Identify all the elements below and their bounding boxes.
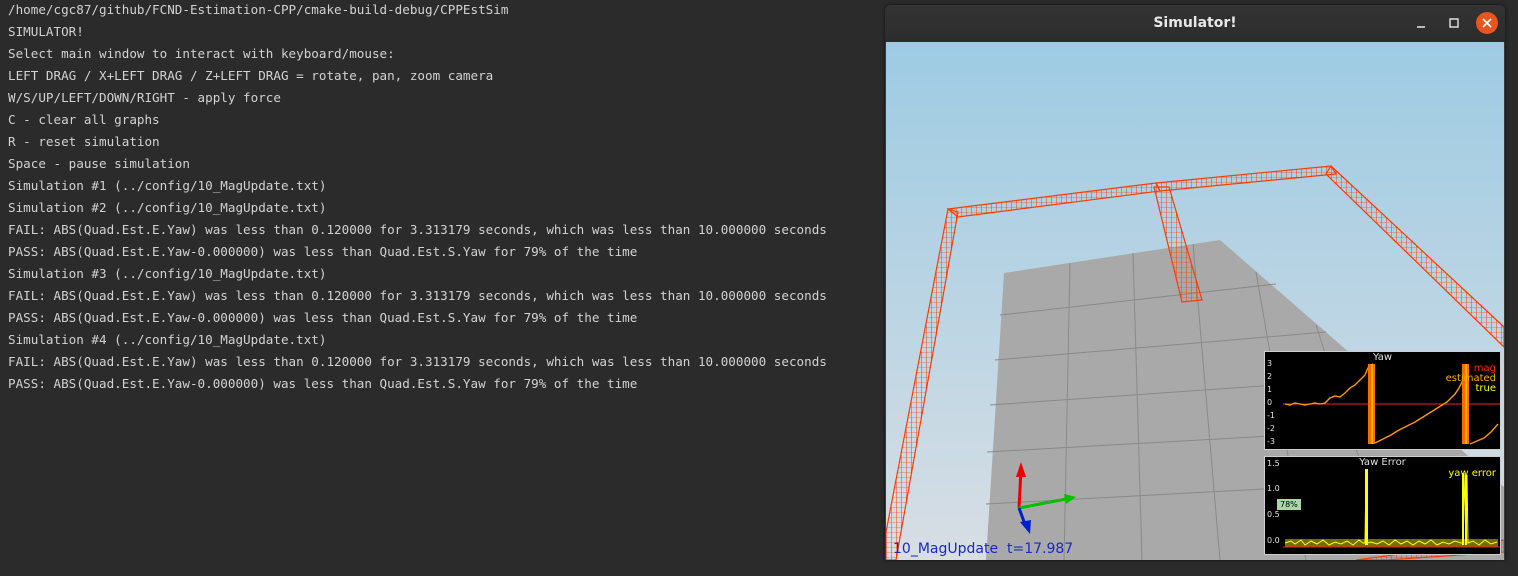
yaw-error-percent-badge: 78%	[1277, 499, 1301, 510]
window-titlebar[interactable]: Simulator!	[885, 5, 1505, 42]
yaw-error-tick: 1.5	[1267, 459, 1280, 468]
yaw-tick: 1	[1267, 385, 1273, 394]
maximize-icon	[1449, 18, 1459, 28]
terminal-line: PASS: ABS(Quad.Est.E.Yaw-0.000000) was l…	[8, 244, 638, 259]
terminal-line: /home/cgc87/github/FCND-Estimation-CPP/c…	[8, 2, 509, 17]
yaw-graph: Yaw 3 2 1 0 -1 -2 -3 mag estimated true	[1264, 351, 1501, 450]
minimize-icon	[1417, 26, 1425, 28]
yaw-error-tick: 0.5	[1267, 510, 1280, 519]
yaw-estimated-line-3	[1469, 423, 1499, 445]
yaw-tick: -1	[1267, 411, 1275, 420]
yaw-error-graph: Yaw Error 1.5 1.0 0.5 0.0 yaw error 78%	[1264, 456, 1501, 555]
yaw-error-spike-2	[1462, 473, 1464, 545]
terminal-line: SIMULATOR!	[8, 24, 84, 39]
sim-time: t=17.987	[1006, 541, 1074, 557]
yaw-tick: 2	[1267, 372, 1273, 381]
terminal-line: PASS: ABS(Quad.Est.E.Yaw-0.000000) was l…	[8, 310, 638, 325]
legend-yaw-error: yaw error	[1448, 468, 1496, 479]
yaw-tick: -2	[1267, 424, 1275, 433]
terminal-line: PASS: ABS(Quad.Est.E.Yaw-0.000000) was l…	[8, 376, 638, 391]
terminal-line: FAIL: ABS(Quad.Est.E.Yaw) was less than …	[8, 222, 827, 237]
legend-true: true	[1475, 383, 1496, 394]
yaw-error-spike-3	[1465, 475, 1467, 545]
yaw-error-tick: 1.0	[1267, 484, 1280, 493]
terminal-line: C - clear all graphs	[8, 112, 160, 127]
yaw-tick: -3	[1267, 437, 1275, 446]
terminal-line: Simulation #1 (../config/10_MagUpdate.tx…	[8, 178, 327, 193]
yaw-tick: 3	[1267, 359, 1273, 368]
simulation-viewport[interactable]: Yaw 3 2 1 0 -1 -2 -3 mag estimated true	[886, 42, 1504, 560]
terminal-line: Select main window to interact with keyb…	[8, 46, 395, 61]
yaw-tick: 0	[1267, 398, 1273, 407]
terminal-line: W/S/UP/LEFT/DOWN/RIGHT - apply force	[8, 90, 281, 105]
yaw-graph-title: Yaw	[1372, 352, 1393, 363]
yaw-mag-bar-1	[1371, 364, 1373, 444]
close-button[interactable]	[1476, 12, 1498, 34]
yaw-error-spike-1	[1365, 469, 1368, 545]
status-readout: 10_MagUpdate t=17.987	[893, 541, 1073, 557]
terminal-line: Simulation #4 (../config/10_MagUpdate.tx…	[8, 332, 327, 347]
terminal-line: FAIL: ABS(Quad.Est.E.Yaw) was less than …	[8, 288, 827, 303]
config-name: 10_MagUpdate	[893, 541, 999, 557]
terminal-line: Space - pause simulation	[8, 156, 190, 171]
maximize-button[interactable]	[1443, 12, 1465, 34]
terminal-line: LEFT DRAG / X+LEFT DRAG / Z+LEFT DRAG = …	[8, 68, 494, 83]
close-icon	[1482, 18, 1492, 28]
minimize-button[interactable]	[1410, 12, 1432, 34]
simulator-window[interactable]: Simulator! Yaw 3 2 1 0 -1 -2 -3 mag esti…	[885, 5, 1505, 560]
yaw-error-graph-title: Yaw Error	[1359, 457, 1406, 468]
yaw-error-tick: 0.0	[1267, 536, 1280, 545]
yaw-estimated-line	[1284, 363, 1374, 406]
yaw-legend: mag estimated true	[1446, 364, 1496, 394]
terminal-line: R - reset simulation	[8, 134, 160, 149]
terminal-line: Simulation #2 (../config/10_MagUpdate.tx…	[8, 200, 327, 215]
terminal-output: /home/cgc87/github/FCND-Estimation-CPP/c…	[0, 0, 885, 576]
terminal-line: FAIL: ABS(Quad.Est.E.Yaw) was less than …	[8, 354, 827, 369]
terminal-line: Simulation #3 (../config/10_MagUpdate.tx…	[8, 266, 327, 281]
